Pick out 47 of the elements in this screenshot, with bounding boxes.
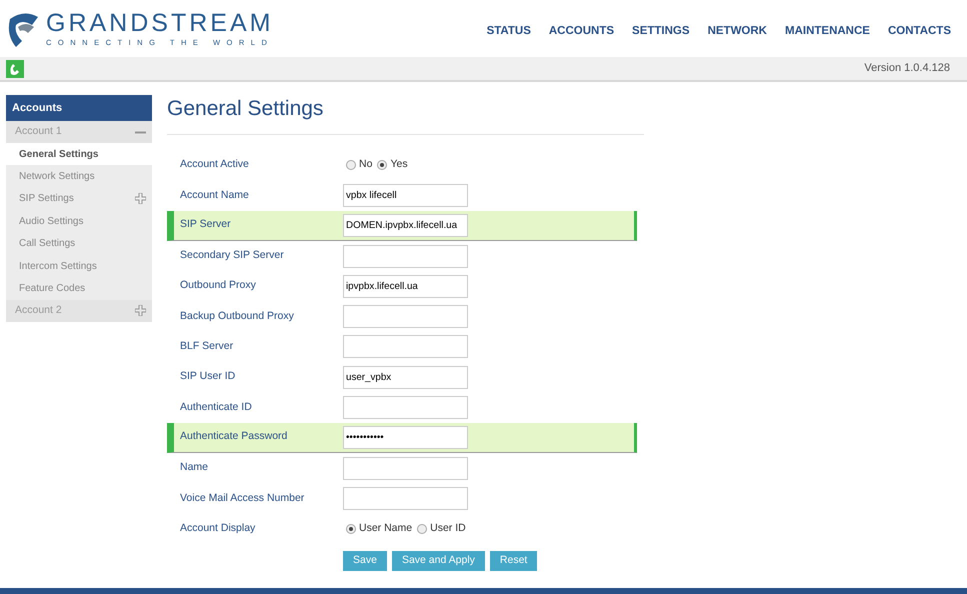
plus-icon[interactable] (135, 193, 146, 204)
logo-icon (6, 10, 40, 46)
nav-link[interactable]: MAINTENANCE (784, 22, 870, 40)
version-label: Version 1.0.4.128 (864, 61, 950, 76)
nav-link[interactable]: CONTACTS (888, 22, 951, 40)
plus-icon[interactable] (135, 305, 146, 316)
radio-button[interactable] (346, 524, 356, 534)
field-label: Secondary SIP Server (180, 248, 285, 264)
input-field[interactable]: ••••••••••• (343, 426, 468, 449)
radio-label: No (359, 157, 372, 172)
sidebar-header: Accounts (6, 95, 152, 121)
radio-button[interactable] (417, 524, 428, 534)
input-field[interactable] (343, 244, 468, 268)
input-field[interactable] (343, 305, 468, 328)
radio-label: User Name (359, 520, 412, 536)
input-field[interactable] (343, 396, 468, 420)
sidebar-item[interactable]: General Settings (19, 146, 98, 162)
radio-label: User ID (430, 520, 466, 536)
nav-link[interactable]: NETWORK (708, 22, 767, 40)
nav-link[interactable]: ACCOUNTS (548, 22, 614, 40)
field-label: Backup Outbound Proxy (180, 308, 295, 324)
input-field[interactable] (343, 456, 468, 480)
input-field[interactable]: DOMEN.ipvpbx.lifecell.ua (343, 214, 468, 237)
field-label: SIP User ID (180, 369, 236, 384)
field-label: Authenticate Password (180, 429, 288, 444)
radio-label: Yes (390, 157, 408, 172)
nav-link[interactable]: SETTINGS (632, 22, 690, 40)
logo-name: GRANDSTREAM (46, 10, 274, 36)
input-field[interactable] (343, 335, 468, 358)
phone-icon[interactable] (6, 60, 24, 78)
field-label: BLF Server (180, 339, 234, 354)
field-label: Account Name (180, 188, 250, 203)
field-label: Voice Mail Access Number (180, 490, 306, 506)
input-field[interactable]: ipvpbx.lifecell.ua (343, 274, 468, 298)
field-label: Authenticate ID (180, 400, 253, 415)
field-label: Outbound Proxy (180, 278, 257, 294)
field-label: Name (180, 460, 210, 476)
radio-button[interactable] (377, 160, 388, 170)
input-field[interactable]: vpbx lifecell (343, 184, 468, 207)
nav-link[interactable]: STATUS (486, 22, 531, 40)
input-field[interactable]: user_vpbx (343, 366, 468, 389)
field-label: SIP Server (180, 217, 232, 232)
field-label: Account Display (180, 520, 256, 536)
field-label: Account Active (180, 157, 250, 172)
input-field[interactable] (343, 486, 468, 510)
page-title: General Settings (167, 96, 324, 122)
radio-button[interactable] (346, 160, 356, 170)
